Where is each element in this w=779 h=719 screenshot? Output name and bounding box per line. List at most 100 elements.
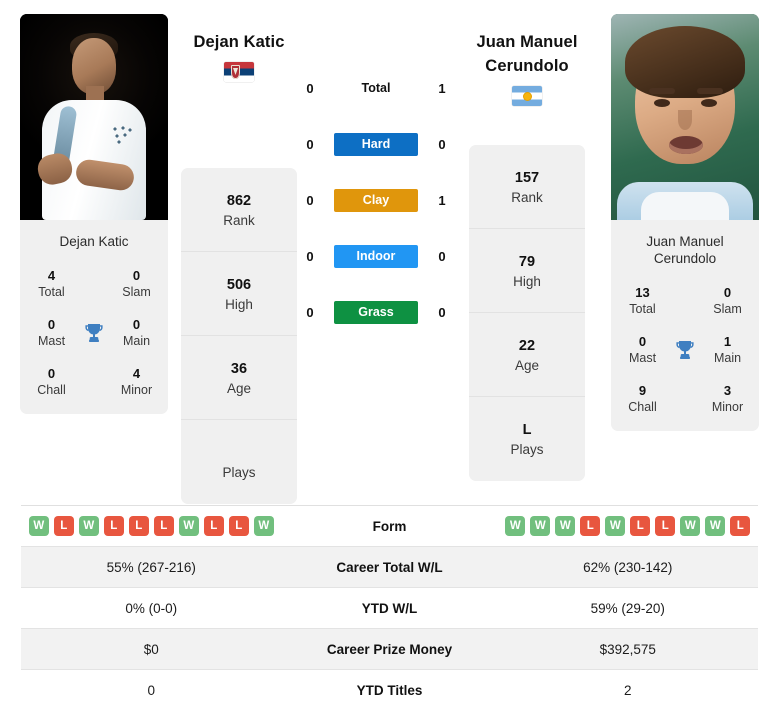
form-badge-win[interactable]: W — [28, 516, 49, 536]
player-card-name-left: Dejan Katic — [59, 234, 129, 249]
titles-main-label-left: Main — [122, 334, 151, 348]
serbia-flag-icon — [224, 62, 254, 82]
titles-total-value-right: 13 — [635, 285, 650, 300]
comparison-ytd_wl-right: 59% (29-20) — [590, 600, 665, 616]
form-strip-right: WWWLWLLWWL — [498, 516, 759, 536]
player-stats-card-right: 157 Rank 79 High 22 Age L Plays — [469, 145, 585, 481]
form-badge-loss[interactable]: L — [228, 516, 249, 536]
form-badge-loss[interactable]: L — [53, 516, 74, 536]
stat-rank-value-right: 157 — [514, 169, 540, 186]
surface-indoor-label[interactable]: Indoor — [334, 244, 418, 268]
titles-slam-label-right: Slam — [713, 302, 742, 316]
surface-breakdown: 0 Total 1 0 Hard 0 0 Clay 1 0 Indoor 0 0 Grass 0 — [299, 60, 453, 340]
player-header-right: Juan Manuel Cerundolo — [447, 30, 607, 106]
form-badge-loss[interactable]: L — [153, 516, 174, 536]
form-badge-win[interactable]: W — [78, 516, 99, 536]
stat-rank-right: 157 Rank — [469, 145, 585, 229]
titles-minor-right: 3 Minor — [702, 383, 753, 415]
comparison-career_prize_money-right: $392,575 — [599, 641, 656, 657]
table-row: 0% (0-0) YTD W/L 59% (29-20) — [21, 588, 758, 629]
form-badge-win[interactable]: W — [680, 516, 701, 536]
table-row: 55% (267-216) Career Total W/L 62% (230-14… — [21, 547, 758, 588]
stat-rank-label-right: Rank — [511, 189, 543, 205]
player-name-left[interactable]: Dejan Katic — [159, 30, 319, 54]
stat-plays-label-left: Plays — [222, 465, 256, 480]
surface-total-left-value: 0 — [306, 80, 314, 96]
player-card-right[interactable]: Juan Manuel Cerundolo 13 Total 0 Slam 0 … — [611, 14, 759, 431]
surface-hard-left-value: 0 — [306, 136, 314, 152]
form-badge-loss[interactable]: L — [128, 516, 149, 536]
form-badge-loss[interactable]: L — [103, 516, 124, 536]
titles-main-label-right: Main — [713, 351, 742, 365]
surface-row-hard: 0 Hard 0 — [299, 116, 453, 172]
stat-plays-value-right: L — [522, 422, 532, 438]
trophy-icon — [668, 338, 702, 362]
titles-mast-value-right: 0 — [638, 334, 647, 349]
comparison-ytd_titles-left: 0 — [147, 683, 155, 698]
surface-indoor-right-value: 0 — [438, 248, 446, 264]
form-badge-loss[interactable]: L — [730, 516, 751, 536]
titles-grid-right: 13 Total 0 Slam 0 Mast 1 Main 9 Chall 3 … — [617, 285, 753, 415]
titles-minor-left: 4 Minor — [111, 366, 162, 398]
comparison-career_total_wl-left: 55% (267-216) — [106, 559, 196, 575]
form-badge-win[interactable]: W — [530, 516, 551, 536]
form-badge-loss[interactable]: L — [655, 516, 676, 536]
form-badge-win[interactable]: W — [555, 516, 576, 536]
comparison-row-label: YTD W/L — [361, 600, 418, 616]
form-badge-win[interactable]: W — [705, 516, 726, 536]
stat-age-right: 22 Age — [469, 313, 585, 397]
titles-slam-label-left: Slam — [122, 285, 151, 299]
stat-plays-right: L Plays — [469, 397, 585, 481]
surface-row-clay: 0 Clay 1 — [299, 172, 453, 228]
form-badge-loss[interactable]: L — [203, 516, 224, 536]
stat-plays-label-right: Plays — [510, 442, 544, 457]
comparison-row-label: Career Total W/L — [336, 559, 443, 575]
titles-chall-label-left: Chall — [37, 383, 66, 397]
table-row: 0 YTD Titles 2 — [21, 670, 758, 711]
surface-row-grass: 0 Grass 0 — [299, 284, 453, 340]
surface-hard-label[interactable]: Hard — [334, 132, 418, 156]
form-badge-loss[interactable]: L — [630, 516, 651, 536]
titles-slam-right: 0 Slam — [702, 285, 753, 317]
player-name-right[interactable]: Juan Manuel Cerundolo — [447, 30, 607, 78]
titles-total-left: 4 Total — [26, 268, 77, 300]
stat-age-label-right: Age — [514, 357, 540, 373]
player-comparison-page: Dejan Katic 4 Total 0 Slam 0 Mast 0 Main… — [0, 0, 779, 719]
player-header-left: Dejan Katic — [159, 30, 319, 82]
player-stats-card-left: 862 Rank 506 High 36 Age Plays — [181, 168, 297, 504]
stat-high-value-left: 506 — [226, 276, 252, 293]
comparison-row-label: Career Prize Money — [326, 641, 453, 657]
player-photo-left — [20, 14, 168, 220]
comparison-career_prize_money-left: $0 — [143, 641, 159, 657]
stat-high-label-right: High — [513, 273, 541, 289]
surface-grass-label[interactable]: Grass — [334, 300, 418, 324]
titles-chall-value-right: 9 — [638, 383, 647, 398]
stat-age-value-right: 22 — [518, 337, 536, 354]
form-badge-win[interactable]: W — [605, 516, 626, 536]
surface-clay-label[interactable]: Clay — [334, 188, 418, 212]
comparison-form-left: WLWLLLWLLW — [21, 516, 282, 536]
surface-row-total: 0 Total 1 — [299, 60, 453, 116]
player-card-left[interactable]: Dejan Katic 4 Total 0 Slam 0 Mast 0 Main… — [20, 14, 168, 414]
surface-row-indoor: 0 Indoor 0 — [299, 228, 453, 284]
form-badge-win[interactable]: W — [505, 516, 526, 536]
form-badge-win[interactable]: W — [178, 516, 199, 536]
surface-clay-right-value: 1 — [438, 192, 446, 208]
argentina-flag-icon — [512, 86, 542, 106]
titles-slam-left: 0 Slam — [111, 268, 162, 300]
table-row: W L W L L L W L L W Form W W W L W L L W W L — [21, 506, 758, 547]
surface-indoor-left-value: 0 — [306, 248, 314, 264]
titles-main-value-right: 1 — [723, 334, 732, 349]
titles-minor-label-left: Minor — [120, 383, 153, 397]
stat-age-value-left: 36 — [230, 360, 248, 377]
stat-rank-label-left: Rank — [223, 212, 255, 228]
comparison-form-right: WWWLWLLWWL — [498, 516, 759, 536]
comparison-ytd_wl-left: 0% (0-0) — [125, 600, 178, 616]
titles-main-right: 1 Main — [702, 334, 753, 366]
comparison-table: W L W L L L W L L W Form W W W L W L L W W L 55% (267-216) Car… — [21, 505, 758, 711]
titles-chall-label-right: Chall — [628, 400, 657, 414]
form-badge-win[interactable]: W — [253, 516, 274, 536]
form-badge-loss[interactable]: L — [580, 516, 601, 536]
table-row: $0 Career Prize Money $392,575 — [21, 629, 758, 670]
titles-chall-right: 9 Chall — [617, 383, 668, 415]
